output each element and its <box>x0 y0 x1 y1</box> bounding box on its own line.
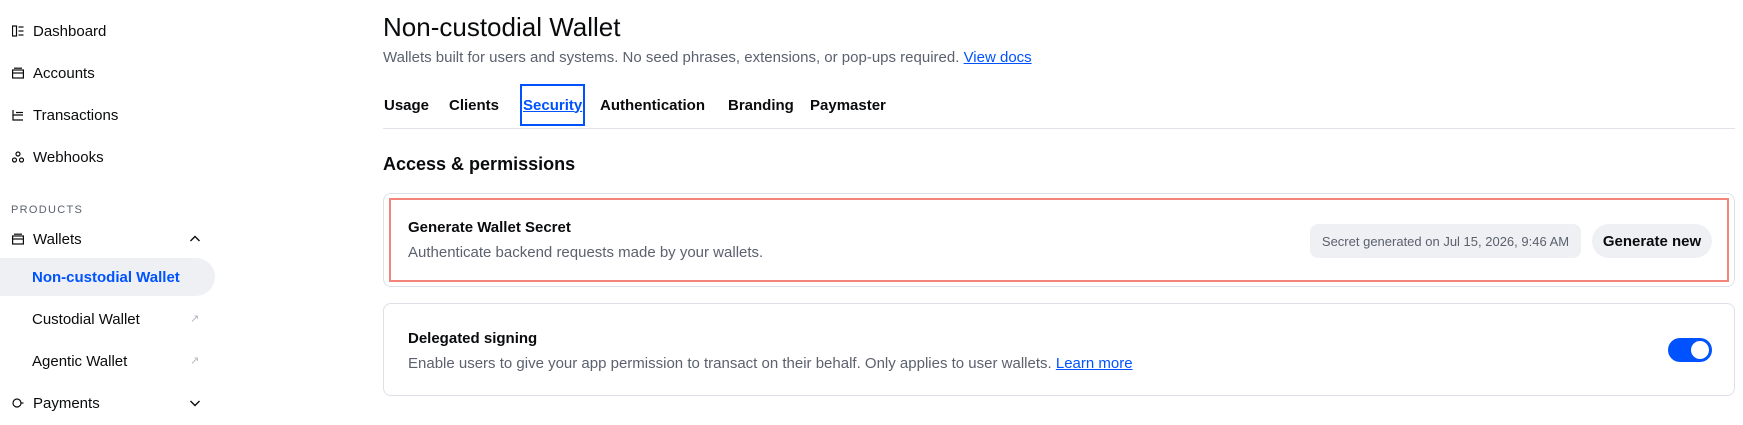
delegated-signing-toggle[interactable] <box>1668 338 1712 362</box>
sidebar-item-accounts[interactable]: Accounts <box>0 54 95 92</box>
delegated-signing-card: Delegated signing Enable users to give y… <box>383 303 1735 396</box>
secret-status-badge: Secret generated on Jul 15, 2026, 9:46 A… <box>1310 224 1581 258</box>
card-description: Enable users to give your app permission… <box>408 355 1133 372</box>
sidebar-item-wallets[interactable]: Wallets <box>0 220 215 258</box>
subtitle-text: Wallets built for users and systems. No … <box>383 49 960 66</box>
sidebar-section-label: PRODUCTS <box>11 204 84 216</box>
generate-new-button[interactable]: Generate new <box>1592 224 1712 258</box>
sidebar-item-transactions[interactable]: Transactions <box>0 96 118 134</box>
sidebar-item-label: Webhooks <box>33 148 104 166</box>
view-docs-link[interactable]: View docs <box>964 49 1032 66</box>
sidebar-item-label: Custodial Wallet <box>32 310 140 328</box>
wallet-secret-card: Generate Wallet Secret Authenticate back… <box>383 193 1735 287</box>
tab-paymaster[interactable]: Paymaster <box>810 84 886 126</box>
sidebar-item-label: Accounts <box>33 64 95 82</box>
sidebar-item-label: Non-custodial Wallet <box>32 268 180 286</box>
sidebar-item-non-custodial-wallet[interactable]: Non-custodial Wallet <box>0 258 215 296</box>
sidebar-item-label: Wallets <box>33 230 82 248</box>
tab-security[interactable]: Security <box>520 84 586 126</box>
description-text: Enable users to give your app permission… <box>408 355 1052 372</box>
tab-usage[interactable]: Usage <box>384 84 429 126</box>
page-subtitle: Wallets built for users and systems. No … <box>383 49 1032 66</box>
transactions-icon <box>11 108 25 122</box>
card-title: Delegated signing <box>408 330 538 347</box>
sidebar-item-label: Agentic Wallet <box>32 352 128 370</box>
sidebar-item-label: Dashboard <box>33 22 107 40</box>
chevron-up-icon[interactable] <box>188 232 202 246</box>
sidebar-item-agentic-wallet[interactable]: Agentic Wallet <box>0 342 215 380</box>
sidebar-item-webhooks[interactable]: Webhooks <box>0 138 104 176</box>
external-link-icon: ↗ <box>190 355 200 367</box>
tab-bar: Usage Clients Security Authentication Br… <box>383 84 1735 129</box>
chevron-down-icon[interactable] <box>188 396 202 410</box>
wallet-icon <box>11 232 25 246</box>
sidebar-item-dashboard[interactable]: Dashboard <box>0 12 106 50</box>
toggle-knob <box>1691 341 1709 359</box>
card-title: Generate Wallet Secret <box>408 219 571 236</box>
tab-clients[interactable]: Clients <box>449 84 499 126</box>
learn-more-link[interactable]: Learn more <box>1056 355 1133 372</box>
dashboard-icon <box>11 24 25 38</box>
sidebar-item-label: Payments <box>33 394 100 412</box>
external-link-icon: ↗ <box>190 313 200 325</box>
sidebar-item-label: Transactions <box>33 106 119 124</box>
wallet-icon <box>11 66 25 80</box>
webhooks-icon <box>11 150 25 164</box>
sidebar-item-payments[interactable]: Payments <box>0 384 215 422</box>
sidebar-item-custodial-wallet[interactable]: Custodial Wallet <box>0 300 215 338</box>
sidebar: Dashboard Accounts Transactions Webhooks… <box>0 0 215 425</box>
card-description: Authenticate backend requests made by yo… <box>408 244 764 261</box>
tab-branding[interactable]: Branding <box>728 84 794 126</box>
page-title: Non-custodial Wallet <box>383 12 621 42</box>
tab-authentication[interactable]: Authentication <box>600 84 705 126</box>
payments-icon <box>11 396 25 410</box>
section-title: Access & permissions <box>383 154 576 174</box>
